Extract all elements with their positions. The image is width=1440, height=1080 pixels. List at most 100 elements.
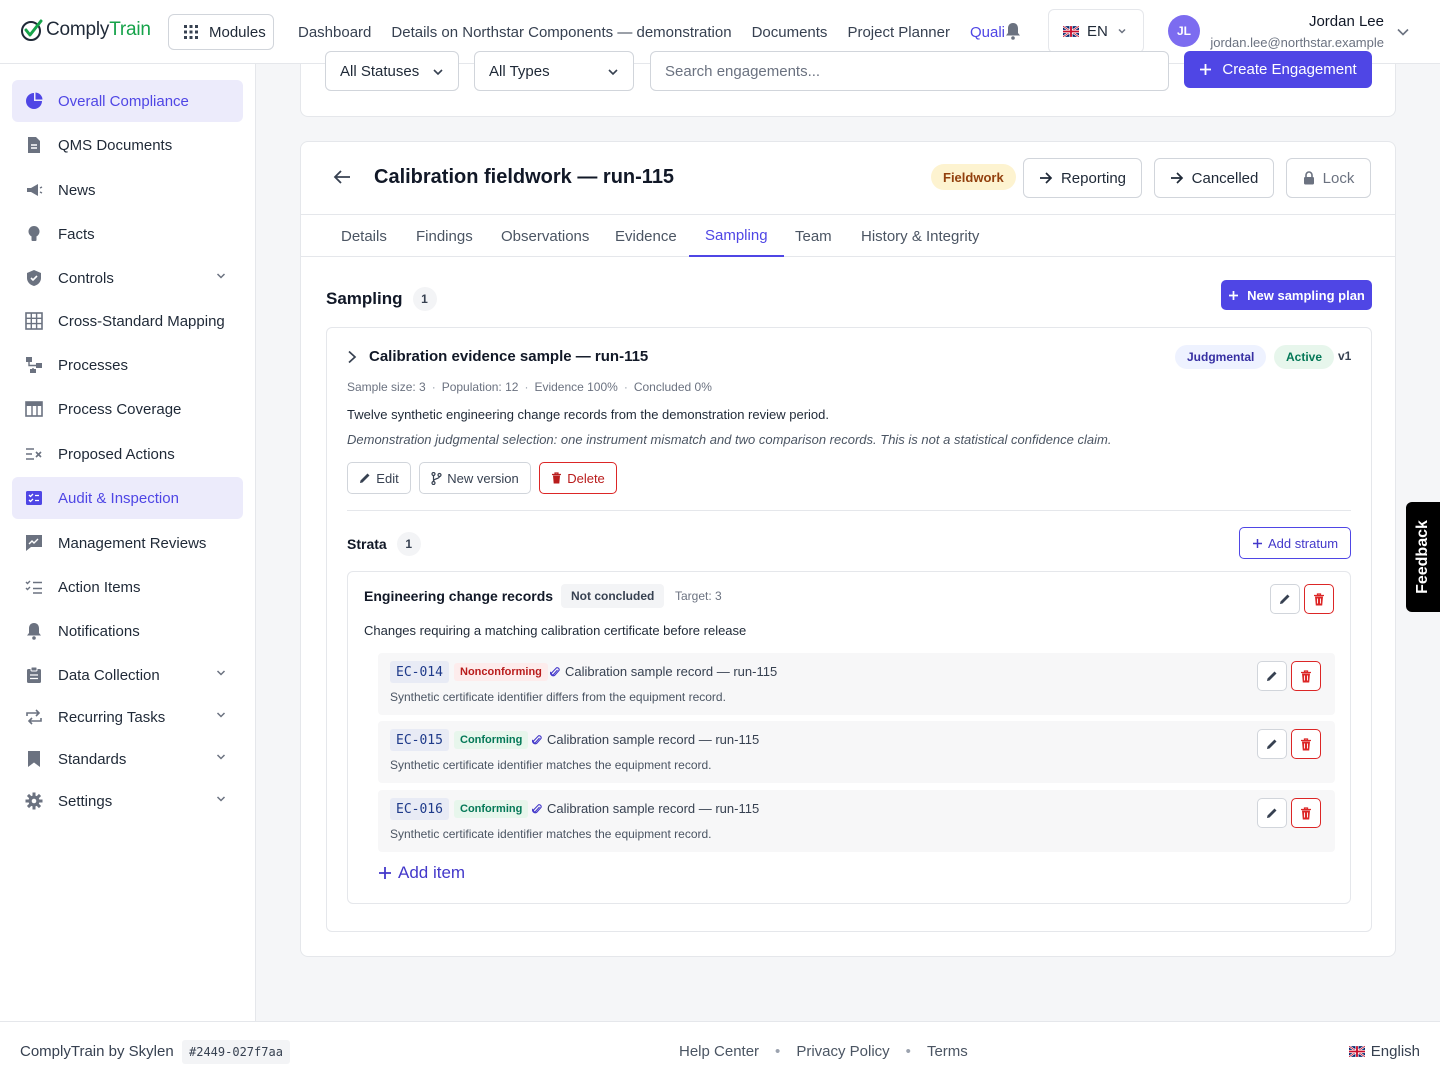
add-stratum-label: Add stratum (1267, 535, 1339, 551)
divider (347, 510, 1351, 511)
sidebar-item-proposed-actions[interactable]: Proposed Actions (12, 433, 243, 475)
delete-item-button[interactable] (1291, 798, 1321, 828)
tab-sampling[interactable]: Sampling (689, 215, 784, 257)
sample-item: EC-016 Conforming Calibration sample rec… (378, 790, 1335, 852)
delete-item-button[interactable] (1291, 729, 1321, 759)
bell-icon (24, 621, 44, 641)
user-menu-chevron-down-icon[interactable] (1396, 26, 1410, 38)
sidebar-item-label: News (58, 181, 96, 199)
uk-flag-icon (1063, 25, 1079, 37)
sampling-count-badge: 1 (412, 287, 437, 311)
chevron-down-icon (216, 796, 226, 802)
sidebar-item-action-items[interactable]: Action Items (12, 566, 243, 608)
edit-stratum-button[interactable] (1270, 584, 1300, 614)
privacy-policy-link[interactable]: Privacy Policy (796, 1043, 889, 1060)
create-engagement-button[interactable]: Create Engagement (1184, 51, 1372, 88)
sidebar-item-label: Audit & Inspection (58, 489, 179, 507)
engagement-tabs: Details Findings Observations Evidence S… (301, 214, 1395, 257)
sidebar-item-processes[interactable]: Processes (12, 344, 243, 386)
paperclip-icon (532, 734, 542, 744)
sidebar-item-standards[interactable]: Standards (12, 738, 243, 780)
gear-icon (24, 791, 44, 811)
version-label: v1 (1338, 349, 1352, 363)
delete-stratum-button[interactable] (1304, 584, 1334, 614)
tab-evidence[interactable]: Evidence (615, 215, 677, 257)
tab-history-integrity[interactable]: History & Integrity (861, 215, 979, 257)
sidebar-item-news[interactable]: News (12, 169, 243, 211)
topnav-dashboard[interactable]: Dashboard (298, 24, 371, 41)
tab-details[interactable]: Details (341, 215, 387, 257)
sidebar-item-management-reviews[interactable]: Management Reviews (12, 522, 243, 564)
sidebar-item-label: Action Items (58, 578, 141, 596)
new-sampling-plan-label: New sampling plan (1247, 287, 1365, 303)
language-selector[interactable]: EN (1048, 9, 1144, 53)
lock-icon (1303, 171, 1314, 185)
sampling-plan-title[interactable]: Calibration evidence sample — run-115 (369, 348, 648, 365)
user-name[interactable]: Jordan Lee (1309, 13, 1384, 30)
feedback-tab[interactable]: Feedback (1406, 502, 1440, 612)
trash-icon (1301, 806, 1311, 819)
delete-item-button[interactable] (1291, 661, 1321, 691)
avatar[interactable]: JL (1168, 15, 1200, 47)
strata-heading: Strata 1 (347, 532, 421, 556)
back-arrow-icon[interactable] (333, 169, 351, 185)
tab-findings[interactable]: Findings (416, 215, 473, 257)
lock-button[interactable]: Lock (1286, 158, 1371, 198)
chevron-down-icon (216, 712, 226, 718)
status-filter-select[interactable]: All Statuses (325, 51, 459, 91)
edit-item-button[interactable] (1257, 661, 1287, 691)
evidence-percent: Evidence 100% (534, 380, 618, 394)
lock-label: Lock (1322, 169, 1355, 187)
add-item-button[interactable]: Add item (378, 863, 465, 883)
evidence-link[interactable]: Calibration sample record — run-115 (532, 732, 759, 747)
app-logo[interactable]: ComplyTrain (20, 18, 151, 42)
list-x-icon (24, 444, 44, 464)
tab-observations[interactable]: Observations (501, 215, 589, 257)
sidebar-item-label: Cross-Standard Mapping (58, 312, 225, 330)
edit-item-button[interactable] (1257, 798, 1287, 828)
topnav-documents[interactable]: Documents (752, 24, 828, 41)
sidebar-item-recurring-tasks[interactable]: Recurring Tasks (12, 696, 243, 738)
type-filter-select[interactable]: All Types (474, 51, 634, 91)
notifications-bell-icon[interactable] (1005, 22, 1021, 40)
move-to-cancelled-button[interactable]: Cancelled (1154, 158, 1274, 198)
sidebar-item-data-collection[interactable]: Data Collection (12, 654, 243, 696)
edit-item-button[interactable] (1257, 729, 1287, 759)
new-sampling-plan-button[interactable]: New sampling plan (1221, 280, 1372, 310)
tab-team[interactable]: Team (795, 215, 832, 257)
modules-button[interactable]: Modules (168, 14, 274, 50)
evidence-link[interactable]: Calibration sample record — run-115 (550, 664, 777, 679)
sidebar-item-qms-documents[interactable]: QMS Documents (12, 124, 243, 166)
search-input[interactable]: Search engagements... (650, 51, 1169, 91)
sidebar-item-notifications[interactable]: Notifications (12, 610, 243, 652)
delete-plan-button[interactable]: Delete (539, 462, 617, 494)
move-to-reporting-button[interactable]: Reporting (1023, 158, 1142, 198)
sidebar-item-controls[interactable]: Controls (12, 257, 243, 299)
help-center-link[interactable]: Help Center (679, 1043, 759, 1060)
terms-link[interactable]: Terms (927, 1043, 968, 1060)
new-version-button[interactable]: New version (419, 462, 531, 494)
footer-language-selector[interactable]: English (1348, 1043, 1420, 1060)
sidebar-item-audit-inspection[interactable]: Audit & Inspection (12, 477, 243, 519)
edit-plan-button[interactable]: Edit (347, 462, 411, 494)
clipboard-icon (24, 665, 44, 685)
topnav-quality[interactable]: Quali (970, 24, 1005, 41)
method-badge: Judgmental (1175, 345, 1267, 369)
sidebar-item-label: Proposed Actions (58, 445, 175, 463)
topnav-project-planner[interactable]: Project Planner (847, 24, 950, 41)
language-code: EN (1087, 22, 1108, 40)
topnav-details[interactable]: Details on Northstar Components — demons… (391, 24, 731, 41)
chevron-right-icon[interactable] (347, 350, 357, 364)
sidebar-item-cross-standard-mapping[interactable]: Cross-Standard Mapping (12, 300, 243, 342)
trash-icon (1301, 737, 1311, 750)
sidebar-item-facts[interactable]: Facts (12, 213, 243, 255)
logo-check-icon (21, 19, 43, 41)
meta-separator: · (623, 380, 628, 394)
add-stratum-button[interactable]: Add stratum (1239, 527, 1351, 559)
evidence-link[interactable]: Calibration sample record — run-115 (532, 801, 759, 816)
sidebar-item-label: QMS Documents (58, 136, 173, 154)
sidebar-item-settings[interactable]: Settings (12, 780, 243, 822)
item-result-badge: Conforming (454, 800, 529, 818)
sidebar-item-process-coverage[interactable]: Process Coverage (12, 388, 243, 430)
sidebar-item-overall-compliance[interactable]: Overall Compliance (12, 80, 243, 122)
